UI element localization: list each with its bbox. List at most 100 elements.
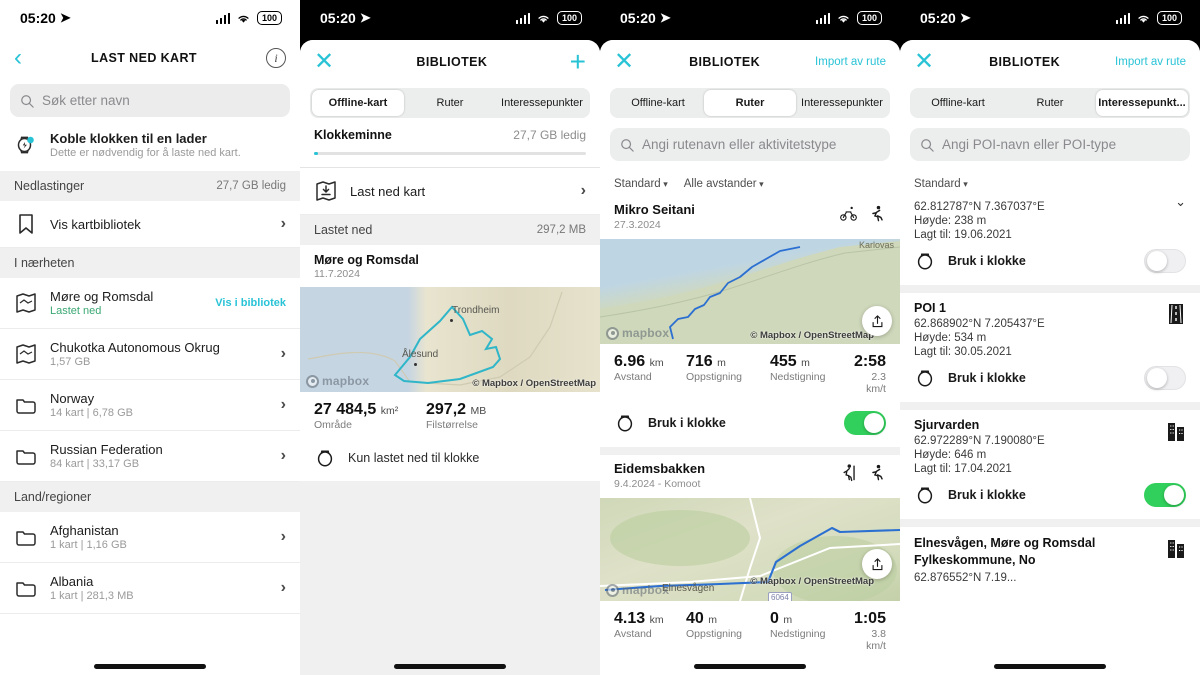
list-item[interactable]: Afghanistan 1 kart | 1,16 GB ›	[0, 512, 300, 563]
panel2-navbar: ✕ BIBLIOTEK +	[300, 40, 600, 84]
list-item[interactable]: Chukotka Autonomous Okrug 1,57 GB ›	[0, 329, 300, 380]
import-route-button[interactable]: Import av rute	[1115, 56, 1186, 68]
search-input[interactable]: Angi rutenavn eller aktivitetstype	[610, 128, 890, 161]
chevron-right-icon: ›	[280, 345, 286, 362]
close-x-icon[interactable]: ✕	[614, 50, 634, 74]
share-icon[interactable]	[862, 549, 892, 579]
tab-routes[interactable]: Ruter	[704, 90, 796, 116]
map-thumbnail[interactable]: Karlovas mapbox © Mapbox / OpenStreetMap	[600, 239, 900, 344]
use-on-watch-label: Bruk i klokke	[648, 416, 726, 430]
search-icon	[621, 138, 634, 152]
stat-distance: 4.13 km Avstand	[614, 610, 682, 652]
cellular-bars-icon	[515, 12, 530, 24]
stat-distance: 6.96 km Avstand	[614, 353, 682, 395]
map-thumbnail[interactable]: Elnesvågen 6064 mapbox © Mapbox / OpenSt…	[600, 498, 900, 601]
poi-item[interactable]: Sjurvarden 62.972289°N 7.190080°E Høyde:…	[900, 410, 1200, 475]
status-bar: 05:20 ➤ 100	[900, 0, 1200, 36]
tab-routes[interactable]: Ruter	[404, 90, 496, 116]
section-nearby: I nærheten	[0, 248, 300, 278]
divider	[900, 285, 1200, 293]
list-item-name: Chukotka Autonomous Okrug	[50, 340, 220, 355]
poi-height: Høyde: 646 m	[914, 449, 987, 461]
back-button[interactable]: ‹	[14, 46, 22, 70]
chevron-down-icon[interactable]: ⌄	[1175, 194, 1186, 210]
status-time: 05:20	[920, 10, 956, 26]
map-attribution: © Mapbox / OpenStreetMap	[472, 378, 596, 389]
library-sheet: ✕ BIBLIOTEK + Offline-kart Ruter Interes…	[300, 40, 600, 675]
library-sheet: ✕ BIBLIOTEK Import av rute Offline-kart …	[600, 40, 900, 675]
stat-pace-label: 3.8 km/t	[866, 628, 886, 652]
list-item-name: Møre og Romsdal	[50, 289, 154, 304]
status-bar: 05:20 ➤ 100	[300, 0, 600, 36]
tab-poi[interactable]: Interessepunkt...	[1096, 90, 1188, 116]
running-icon	[872, 205, 883, 222]
location-arrow-icon: ➤	[659, 10, 671, 25]
stat-duration: 1:05 3.8 km/t	[854, 610, 886, 652]
tab-poi[interactable]: Interessepunkter	[496, 90, 588, 116]
route-item-header[interactable]: Eidemsbakken 9.4.2024 - Komoot	[600, 455, 900, 498]
list-item[interactable]: Albania 1 kart | 281,3 MB ›	[0, 563, 300, 614]
route-activity-icons	[839, 202, 886, 223]
watch-memory-row: Klokkeminne 27,7 GB ledig	[300, 118, 600, 148]
use-on-watch-toggle[interactable]	[844, 411, 886, 435]
download-map-row[interactable]: Last ned kart ›	[300, 168, 600, 215]
stat-distance-unit: km	[649, 357, 664, 369]
folder-icon	[16, 582, 36, 597]
filter-standard[interactable]: Standard	[914, 178, 968, 190]
map-city-dot	[450, 317, 453, 322]
use-on-watch-toggle[interactable]	[1144, 483, 1186, 507]
panel-library-poi: 05:20 ➤ 100 ✕ BIBLIOTEK Import av rute Of…	[900, 0, 1200, 675]
show-in-library-link[interactable]: Vis i bibliotek	[215, 297, 286, 309]
list-item-sub: 14 kart | 6,78 GB	[50, 407, 133, 419]
stat-ascent-label: Oppstigning	[685, 371, 743, 383]
section-countries: Land/regioner	[0, 482, 300, 512]
filter-all-distances[interactable]: Alle avstander	[684, 178, 764, 190]
tab-offline-maps[interactable]: Offline-kart	[612, 90, 704, 116]
watch-charging-icon	[17, 136, 34, 154]
tab-poi[interactable]: Interessepunkter	[796, 90, 888, 116]
stat-ascent: 716 m Oppstigning	[686, 353, 766, 395]
tab-offline-maps[interactable]: Offline-kart	[312, 90, 404, 116]
poi-coords: 62.868902°N 7.205437°E	[914, 318, 1045, 330]
info-circle-icon[interactable]: i	[265, 48, 286, 68]
offline-map-date: 11.7.2024	[314, 268, 360, 280]
search-placeholder: Angi POI-navn eller POI-type	[942, 137, 1117, 152]
map-thumbnail[interactable]: Trondheim Ålesund mapbox © Mapbox / Open…	[300, 287, 600, 392]
status-time: 05:20	[320, 10, 356, 26]
list-item[interactable]: Russian Federation 84 kart | 33,17 GB ›	[0, 431, 300, 482]
search-input[interactable]: Angi POI-navn eller POI-type	[910, 128, 1190, 161]
route-item-header[interactable]: Mikro Seitani 27.3.2024	[600, 196, 900, 239]
section-nearby-title: I nærheten	[14, 256, 75, 270]
chevron-right-icon: ›	[280, 528, 286, 545]
tab-routes[interactable]: Ruter	[1004, 90, 1096, 116]
folder-icon	[16, 531, 36, 546]
tab-offline-maps[interactable]: Offline-kart	[912, 90, 1004, 116]
stat-ascent-label: Oppstigning	[685, 628, 743, 640]
list-item[interactable]: Norway 14 kart | 6,78 GB ›	[0, 380, 300, 431]
list-item[interactable]: Møre og Romsdal Lastet ned Vis i bibliot…	[0, 278, 300, 329]
close-x-icon[interactable]: ✕	[314, 50, 334, 74]
battery-indicator: 100	[557, 11, 582, 25]
poi-item[interactable]: POI 1 62.868902°N 7.205437°E Høyde: 534 …	[900, 293, 1200, 358]
poi-added: Lagt til: 17.04.2021	[914, 463, 1012, 475]
use-on-watch-toggle[interactable]	[1144, 249, 1186, 273]
filter-standard[interactable]: Standard	[614, 178, 668, 190]
search-input[interactable]: Søk etter navn	[10, 84, 290, 117]
offline-map-item-header: Møre og Romsdal 11.7.2024	[300, 245, 600, 287]
screenshot-root: 05:20 ➤ 100 ‹ LAST NED KART i Søk etter …	[0, 0, 1200, 675]
charger-banner: Koble klokken til en lader Dette er nødv…	[0, 125, 300, 171]
poi-item[interactable]: 62.812787°N 7.367037°E Høyde: 238 m Lagt…	[900, 194, 1200, 241]
use-on-watch-label: Bruk i klokke	[948, 488, 1026, 502]
poi-item[interactable]: Elnesvågen, Møre og Romsdal Fylkeskommun…	[900, 527, 1200, 584]
use-on-watch-toggle[interactable]	[1144, 366, 1186, 390]
close-x-icon[interactable]: ✕	[914, 50, 934, 74]
plus-icon[interactable]: +	[570, 48, 586, 76]
share-icon[interactable]	[862, 306, 892, 336]
watch-icon	[917, 370, 933, 387]
stat-descent-value: 0	[769, 610, 779, 627]
stat-distance-unit: km	[649, 614, 664, 626]
search-placeholder: Søk etter navn	[42, 93, 130, 108]
import-route-button[interactable]: Import av rute	[815, 56, 886, 68]
route-date: 9.4.2024 - Komoot	[614, 478, 701, 490]
sidebar-item-map-library[interactable]: Vis kartbibliotek ›	[0, 201, 300, 248]
